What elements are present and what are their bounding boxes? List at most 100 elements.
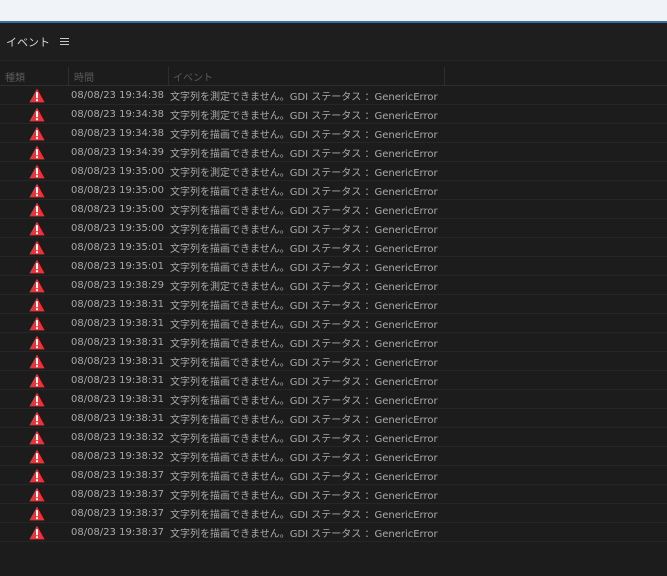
row-time-cell: 08/08/23 19:38:37 [71, 488, 165, 500]
row-time-cell: 08/08/23 19:38:31 [71, 412, 165, 424]
table-row[interactable]: 08/08/23 19:35:00 文字列を描画できません。GDI ステータス … [0, 181, 667, 200]
row-event-cell: 文字列を描画できません。GDI ステータス ：GenericError [170, 148, 438, 160]
row-event-cell: 文字列を描画できません。GDI ステータス ：GenericError [170, 129, 438, 141]
table-row[interactable]: 08/08/23 19:38:31 文字列を描画できません。GDI ステータス … [0, 409, 667, 428]
row-time-cell: 08/08/23 19:38:37 [71, 526, 165, 538]
row-type-cell [0, 164, 70, 179]
row-time-cell: 08/08/23 19:35:00 [71, 165, 165, 177]
row-time-cell: 08/08/23 19:35:00 [71, 203, 165, 215]
row-time-cell: 08/08/23 19:38:31 [71, 374, 165, 386]
column-header-time[interactable]: 時間 [69, 66, 169, 86]
row-type-cell [0, 145, 70, 160]
row-event-cell: 文字列を描画できません。GDI ステータス ：GenericError [170, 414, 438, 426]
row-event-cell: 文字列を描画できません。GDI ステータス ：GenericError [170, 300, 438, 312]
row-type-cell [0, 107, 70, 122]
table-row[interactable]: 08/08/23 19:38:37 文字列を描画できません。GDI ステータス … [0, 466, 667, 485]
row-event-cell: 文字列を描画できません。GDI ステータス ：GenericError [170, 509, 438, 521]
column-header-event[interactable]: イベント [169, 66, 445, 86]
table-row[interactable]: 08/08/23 19:35:00 文字列を描画できません。GDI ステータス … [0, 219, 667, 238]
table-row[interactable]: 08/08/23 19:35:00 文字列を描画できません。GDI ステータス … [0, 200, 667, 219]
row-time-cell: 08/08/23 19:34:38 [71, 89, 165, 101]
row-event-cell: 文字列を描画できません。GDI ステータス ：GenericError [170, 338, 438, 350]
row-event-cell: 文字列を描画できません。GDI ステータス ：GenericError [170, 319, 438, 331]
row-event-cell: 文字列を描画できません。GDI ステータス ：GenericError [170, 395, 438, 407]
row-type-cell [0, 373, 70, 388]
table-row[interactable]: 08/08/23 19:38:31 文字列を描画できません。GDI ステータス … [0, 390, 667, 409]
row-type-cell [0, 411, 70, 426]
row-time-cell: 08/08/23 19:34:38 [71, 127, 165, 139]
table-row[interactable]: 08/08/23 19:34:38 文字列を描画できません。GDI ステータス … [0, 124, 667, 143]
row-type-cell [0, 126, 70, 141]
row-type-cell [0, 468, 70, 483]
warning-icon [29, 126, 45, 140]
warning-icon [29, 107, 45, 121]
row-type-cell [0, 487, 70, 502]
row-type-cell [0, 430, 70, 445]
row-time-cell: 08/08/23 19:35:00 [71, 184, 165, 196]
hamburger-menu-icon[interactable] [60, 37, 70, 46]
warning-icon [29, 221, 45, 235]
window-top-bar [0, 0, 667, 22]
row-time-cell: 08/08/23 19:38:31 [71, 298, 165, 310]
row-time-cell: 08/08/23 19:35:01 [71, 241, 165, 253]
row-event-cell: 文字列を描画できません。GDI ステータス ：GenericError [170, 471, 438, 483]
row-time-cell: 08/08/23 19:38:32 [71, 450, 165, 462]
row-type-cell [0, 335, 70, 350]
row-event-cell: 文字列を測定できません。GDI ステータス ：GenericError [170, 281, 438, 293]
table-row[interactable]: 08/08/23 19:34:38 文字列を測定できません。GDI ステータス … [0, 86, 667, 105]
table-row[interactable]: 08/08/23 19:38:32 文字列を描画できません。GDI ステータス … [0, 428, 667, 447]
table-row[interactable]: 08/08/23 19:38:31 文字列を描画できません。GDI ステータス … [0, 314, 667, 333]
table-row[interactable]: 08/08/23 19:35:00 文字列を測定できません。GDI ステータス … [0, 162, 667, 181]
row-event-cell: 文字列を描画できません。GDI ステータス ：GenericError [170, 224, 438, 236]
table-row[interactable]: 08/08/23 19:34:38 文字列を測定できません。GDI ステータス … [0, 105, 667, 124]
row-event-cell: 文字列を描画できません。GDI ステータス ：GenericError [170, 186, 438, 198]
warning-icon [29, 468, 45, 482]
table-row[interactable]: 08/08/23 19:38:31 文字列を描画できません。GDI ステータス … [0, 295, 667, 314]
table-row[interactable]: 08/08/23 19:38:37 文字列を描画できません。GDI ステータス … [0, 485, 667, 504]
row-type-cell [0, 506, 70, 521]
column-header-type[interactable]: 種類 [0, 66, 69, 86]
table-row[interactable]: 08/08/23 19:38:31 文字列を描画できません。GDI ステータス … [0, 371, 667, 390]
row-type-cell [0, 221, 70, 236]
row-event-cell: 文字列を描画できません。GDI ステータス ：GenericError [170, 376, 438, 388]
row-type-cell [0, 278, 70, 293]
row-time-cell: 08/08/23 19:38:37 [71, 507, 165, 519]
table-row[interactable]: 08/08/23 19:38:31 文字列を描画できません。GDI ステータス … [0, 352, 667, 371]
warning-icon [29, 278, 45, 292]
warning-icon [29, 411, 45, 425]
row-type-cell [0, 88, 70, 103]
row-event-cell: 文字列を測定できません。GDI ステータス ：GenericError [170, 167, 438, 179]
row-time-cell: 08/08/23 19:38:31 [71, 393, 165, 405]
warning-icon [29, 335, 45, 349]
warning-icon [29, 183, 45, 197]
row-event-cell: 文字列を描画できません。GDI ステータス ：GenericError [170, 262, 438, 274]
grid-body: 08/08/23 19:34:38 文字列を測定できません。GDI ステータス … [0, 86, 667, 542]
row-time-cell: 08/08/23 19:38:31 [71, 355, 165, 367]
table-row[interactable]: 08/08/23 19:38:31 文字列を描画できません。GDI ステータス … [0, 333, 667, 352]
table-row[interactable]: 08/08/23 19:35:01 文字列を描画できません。GDI ステータス … [0, 257, 667, 276]
panel-header: イベント [0, 23, 667, 61]
grid-header: 種類 時間 イベント [0, 66, 667, 86]
panel-title: イベント [6, 35, 50, 49]
row-time-cell: 08/08/23 19:38:31 [71, 336, 165, 348]
table-row[interactable]: 08/08/23 19:35:01 文字列を描画できません。GDI ステータス … [0, 238, 667, 257]
row-event-cell: 文字列を測定できません。GDI ステータス ：GenericError [170, 91, 438, 103]
row-type-cell [0, 525, 70, 540]
table-row[interactable]: 08/08/23 19:38:37 文字列を描画できません。GDI ステータス … [0, 504, 667, 523]
warning-icon [29, 430, 45, 444]
row-type-cell [0, 183, 70, 198]
table-row[interactable]: 08/08/23 19:38:37 文字列を描画できません。GDI ステータス … [0, 523, 667, 542]
row-time-cell: 08/08/23 19:38:29 [71, 279, 165, 291]
table-row[interactable]: 08/08/23 19:34:39 文字列を描画できません。GDI ステータス … [0, 143, 667, 162]
row-time-cell: 08/08/23 19:34:38 [71, 108, 165, 120]
warning-icon [29, 297, 45, 311]
table-row[interactable]: 08/08/23 19:38:29 文字列を測定できません。GDI ステータス … [0, 276, 667, 295]
row-event-cell: 文字列を描画できません。GDI ステータス ：GenericError [170, 205, 438, 217]
row-type-cell [0, 392, 70, 407]
row-type-cell [0, 202, 70, 217]
warning-icon [29, 487, 45, 501]
row-event-cell: 文字列を描画できません。GDI ステータス ：GenericError [170, 357, 438, 369]
row-event-cell: 文字列を描画できません。GDI ステータス ：GenericError [170, 243, 438, 255]
row-type-cell [0, 449, 70, 464]
table-row[interactable]: 08/08/23 19:38:32 文字列を描画できません。GDI ステータス … [0, 447, 667, 466]
